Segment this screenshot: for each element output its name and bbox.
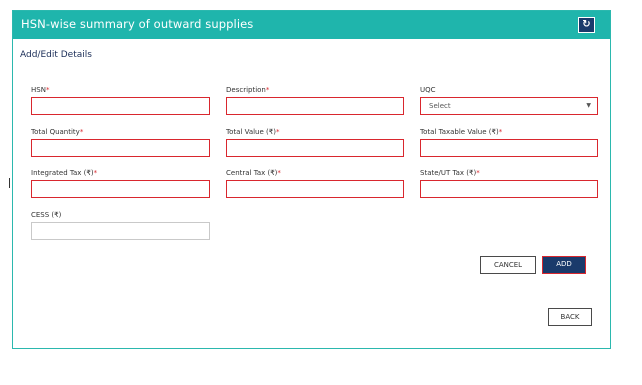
- required-mark: *: [79, 128, 84, 136]
- add-button[interactable]: ADD: [542, 256, 586, 274]
- central-tax-label: Central Tax (₹)*: [226, 169, 281, 177]
- total-quantity-input[interactable]: [31, 139, 210, 157]
- hsn-label: HSN*: [31, 86, 50, 94]
- total-taxable-value-label: Total Taxable Value (₹)*: [420, 128, 503, 136]
- chevron-down-icon: ▼: [586, 102, 591, 109]
- panel-header: HSN-wise summary of outward supplies ↻: [13, 11, 610, 39]
- uqc-label: UQC: [420, 86, 436, 94]
- total-value-label: Total Value (₹)*: [226, 128, 280, 136]
- back-button[interactable]: BACK: [548, 308, 592, 326]
- description-label: Description*: [226, 86, 270, 94]
- description-input[interactable]: [226, 97, 404, 115]
- refresh-button[interactable]: ↻: [578, 17, 595, 33]
- cess-label: CESS (₹): [31, 211, 62, 219]
- state-ut-tax-label: State/UT Tax (₹)*: [420, 169, 480, 177]
- section-title: Add/Edit Details: [20, 50, 92, 60]
- uqc-select[interactable]: Select ▼: [420, 97, 598, 115]
- integrated-tax-input[interactable]: [31, 180, 210, 198]
- hsn-input[interactable]: [31, 97, 210, 115]
- total-taxable-value-input[interactable]: [420, 139, 598, 157]
- total-quantity-label: Total Quantity*: [31, 128, 84, 136]
- required-mark: *: [498, 128, 503, 136]
- state-ut-tax-input[interactable]: [420, 180, 598, 198]
- required-mark: *: [93, 169, 98, 177]
- required-mark: *: [265, 86, 270, 94]
- cancel-button[interactable]: CANCEL: [480, 256, 536, 274]
- required-mark: *: [45, 86, 50, 94]
- required-mark: *: [275, 128, 280, 136]
- refresh-icon: ↻: [582, 19, 591, 30]
- central-tax-input[interactable]: [226, 180, 404, 198]
- panel-title: HSN-wise summary of outward supplies: [21, 17, 254, 31]
- uqc-selected-value: Select: [429, 102, 451, 110]
- cess-input[interactable]: [31, 222, 210, 240]
- total-value-input[interactable]: [226, 139, 404, 157]
- required-mark: *: [277, 169, 281, 177]
- required-mark: *: [476, 169, 480, 177]
- left-edge-mark: [9, 178, 10, 188]
- integrated-tax-label: Integrated Tax (₹)*: [31, 169, 98, 177]
